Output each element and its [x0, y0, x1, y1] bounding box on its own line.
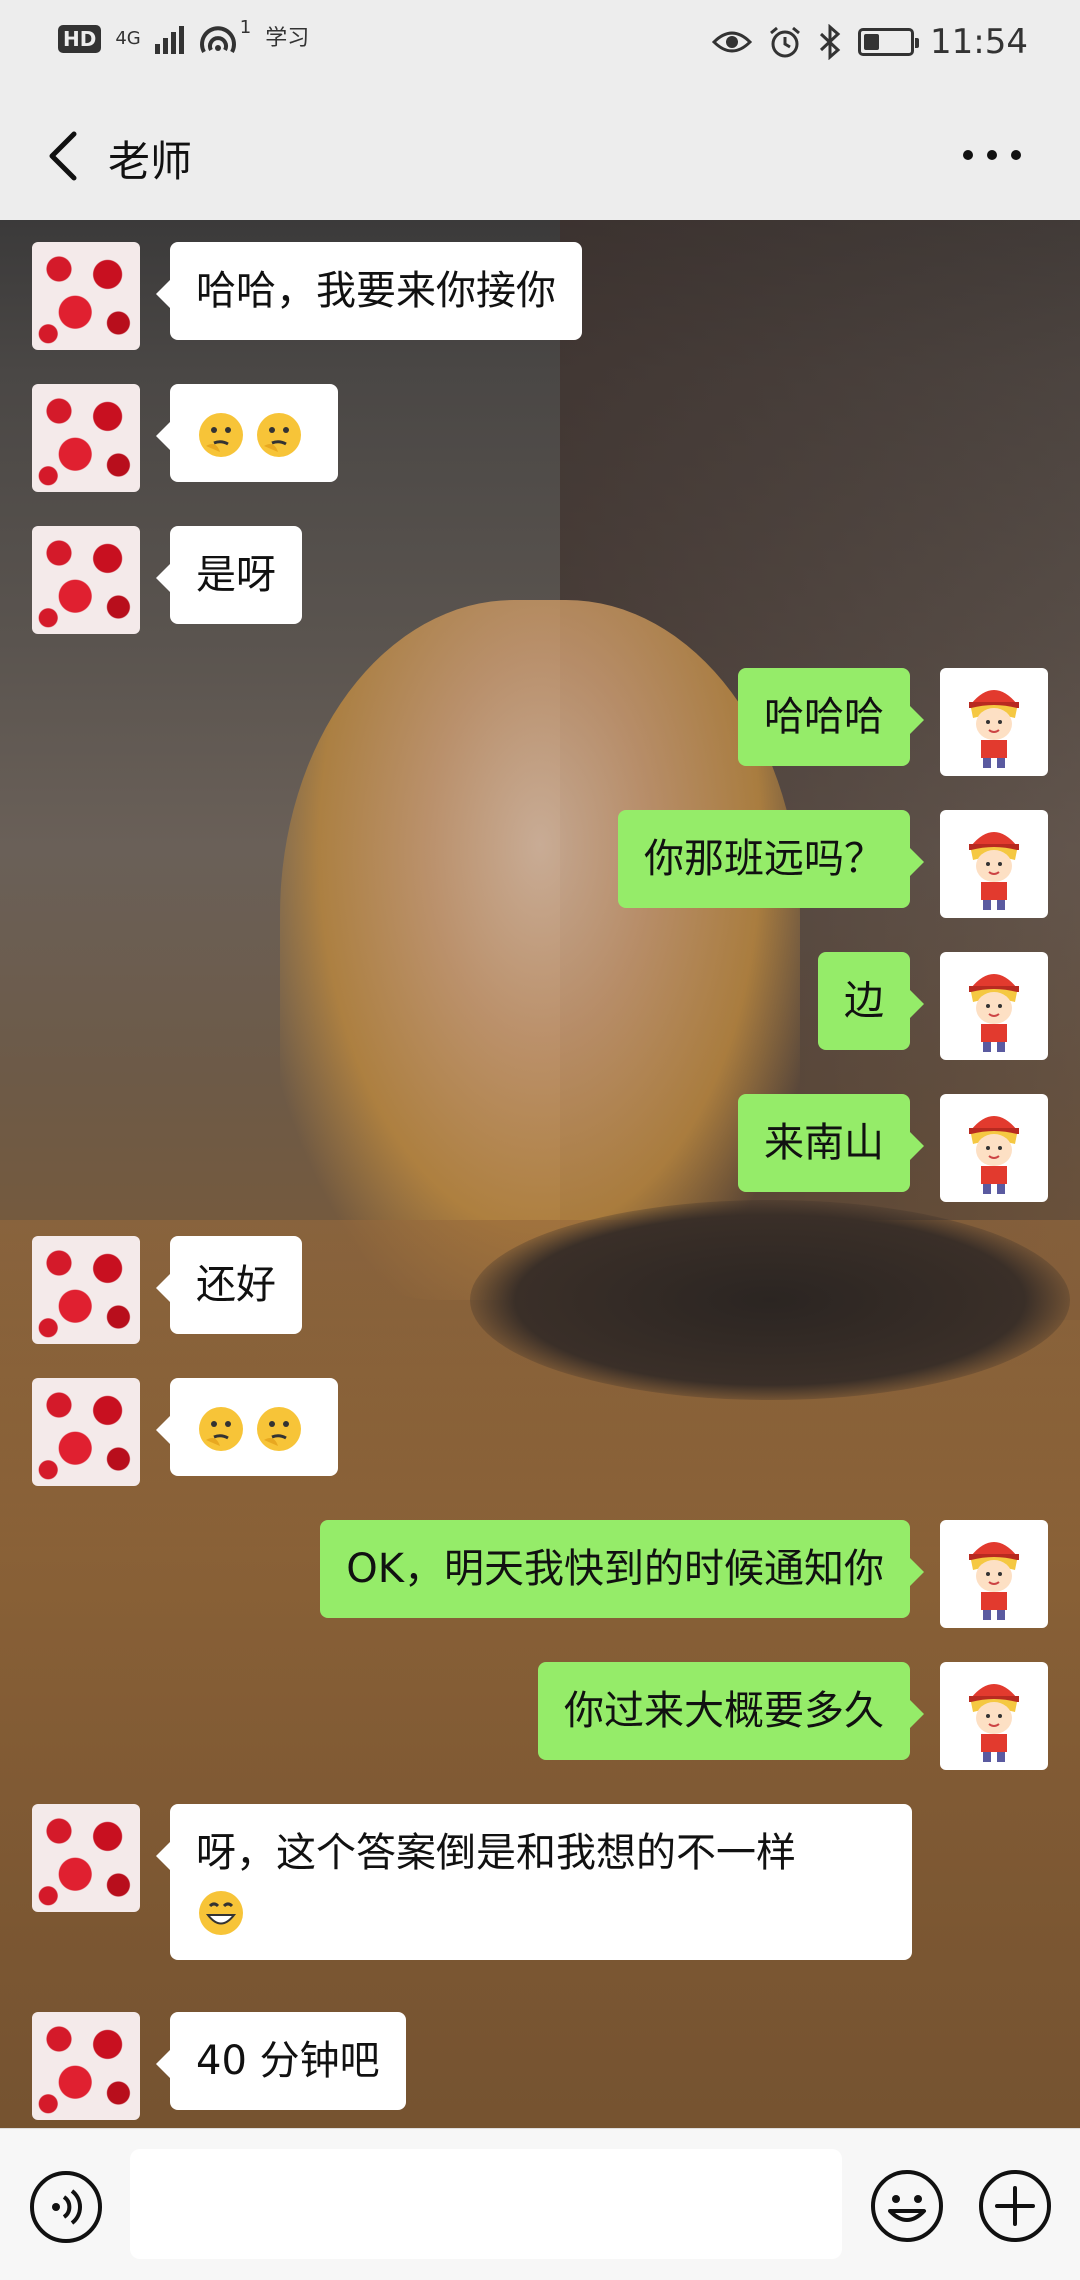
network-type: 4G — [115, 28, 141, 49]
input-bar — [0, 2128, 1080, 2280]
hearts-avatar-image — [32, 1236, 140, 1344]
grinning-face-icon — [199, 1891, 243, 1935]
chat-area[interactable]: 哈哈，我要来你接你 是呀 哈哈哈 你那班远吗？ 边 来南山 还好 OK，明天我快… — [0, 220, 1080, 2128]
my-avatar[interactable] — [940, 810, 1048, 918]
my-avatar[interactable] — [940, 668, 1048, 776]
thinking-face-icon — [257, 1407, 301, 1451]
contact-avatar[interactable] — [32, 1804, 140, 1912]
received-message[interactable]: 是呀 — [156, 526, 302, 624]
contact-avatar[interactable] — [32, 1236, 140, 1344]
received-message[interactable]: 还好 — [156, 1236, 302, 1334]
message-input[interactable] — [130, 2149, 842, 2259]
boy-avatar-image — [940, 952, 1048, 1060]
sent-message[interactable]: 你过来大概要多久 — [538, 1662, 924, 1760]
battery-icon — [858, 28, 920, 56]
contact-avatar[interactable] — [32, 526, 140, 634]
sent-message[interactable]: 边 — [818, 952, 924, 1050]
hearts-avatar-image — [32, 2012, 140, 2120]
battery-level — [864, 34, 880, 50]
sent-message[interactable]: 你那班远吗？ — [618, 810, 924, 908]
emoji-icon[interactable] — [868, 2167, 946, 2245]
my-avatar[interactable] — [940, 1662, 1048, 1770]
chat-background-photo — [280, 600, 800, 1300]
contact-avatar[interactable] — [32, 1378, 140, 1486]
status-right: 11:54 — [712, 22, 1028, 62]
my-avatar[interactable] — [940, 1520, 1048, 1628]
boy-avatar-image — [940, 810, 1048, 918]
status-bar: HD 4G 1 学习 11:54 — [0, 0, 1080, 90]
more-dots-icon[interactable] — [952, 130, 1032, 180]
hearts-avatar-image — [32, 1804, 140, 1912]
contact-avatar[interactable] — [32, 2012, 140, 2120]
app-notification-hint: 学习 — [265, 26, 310, 51]
received-message-emoji[interactable] — [156, 1378, 338, 1476]
back-arrow-icon[interactable] — [36, 120, 96, 190]
sent-message[interactable]: 来南山 — [738, 1094, 924, 1192]
boy-avatar-image — [940, 1094, 1048, 1202]
hotspot-count: 1 — [239, 17, 252, 38]
hearts-avatar-image — [32, 526, 140, 634]
received-message[interactable]: 哈哈，我要来你接你 — [156, 242, 582, 340]
chat-background-plate — [470, 1200, 1070, 1400]
bluetooth-icon — [819, 24, 841, 60]
boy-avatar-image — [940, 1520, 1048, 1628]
sent-message[interactable]: 哈哈哈 — [738, 668, 924, 766]
title-bar: 老师 — [0, 90, 1080, 220]
hearts-avatar-image — [32, 1378, 140, 1486]
received-message[interactable]: 呀，这个答案倒是和我想的不一样 — [156, 1804, 912, 1960]
voice-icon[interactable] — [28, 2169, 104, 2245]
thinking-face-icon — [257, 413, 301, 457]
contact-avatar[interactable] — [32, 242, 140, 350]
signal-icon — [154, 24, 184, 54]
message-text: 呀，这个答案倒是和我想的不一样 — [196, 1830, 796, 1876]
contact-avatar[interactable] — [32, 384, 140, 492]
boy-avatar-image — [940, 1662, 1048, 1770]
boy-avatar-image — [940, 668, 1048, 776]
sent-message[interactable]: OK，明天我快到的时候通知你 — [320, 1520, 924, 1618]
hearts-avatar-image — [32, 384, 140, 492]
clock: 11:54 — [930, 22, 1028, 62]
my-avatar[interactable] — [940, 1094, 1048, 1202]
hearts-avatar-image — [32, 242, 140, 350]
plus-icon[interactable] — [976, 2167, 1054, 2245]
my-avatar[interactable] — [940, 952, 1048, 1060]
hd-badge: HD — [58, 25, 102, 53]
thinking-face-icon — [199, 413, 243, 457]
alarm-icon — [770, 26, 800, 58]
status-left: HD 4G 1 学习 — [58, 17, 310, 56]
thinking-face-icon — [199, 1407, 243, 1451]
eye-icon — [712, 31, 753, 53]
received-message[interactable]: 40 分钟吧 — [156, 2012, 406, 2110]
hotspot-icon — [199, 26, 236, 53]
received-message-emoji[interactable] — [156, 384, 338, 482]
chat-title: 老师 — [108, 137, 193, 186]
